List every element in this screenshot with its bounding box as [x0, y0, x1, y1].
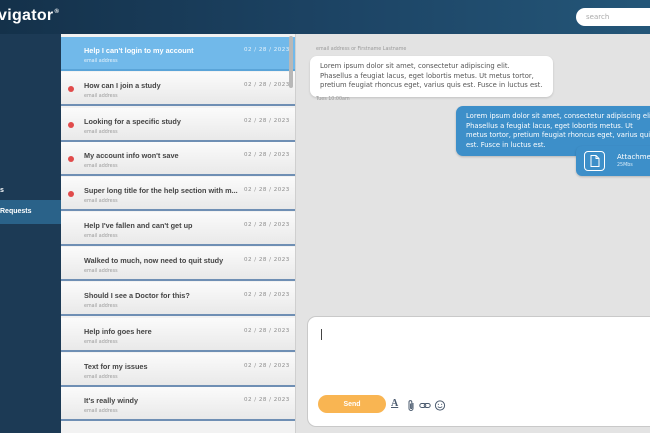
sidebar-item-partial[interactable]: s [0, 184, 61, 198]
ticket-row[interactable]: Text for my issues 02 / 28 / 2023 email ad… [61, 353, 295, 387]
ticket-title: Help I can't login to my account [84, 46, 194, 55]
ticket-title: Help I've fallen and can't get up [84, 221, 193, 230]
emoji-icon[interactable] [434, 397, 446, 411]
ticket-date: 02 / 28 / 2023 [244, 82, 290, 88]
ticket-email: email address [84, 59, 118, 64]
logo-text: vigator [0, 7, 54, 24]
text-format-icon[interactable]: A [391, 397, 403, 411]
ticket-row[interactable]: My account info won't save 02 / 28 / 2023… [61, 142, 295, 176]
ticket-email: email address [84, 94, 118, 99]
sidebar-item-requests[interactable]: Requests [0, 200, 61, 224]
logo-registered-mark: ® [54, 9, 60, 15]
paperclip-icon[interactable] [406, 397, 418, 411]
unread-dot [68, 156, 74, 162]
ticket-row[interactable]: It's really windy 02 / 28 / 2023 email add… [61, 387, 295, 421]
ticket-email: email address [84, 234, 118, 239]
sidebar: s Requests [0, 34, 61, 433]
unread-dot [68, 191, 74, 197]
sidebar-item-label: Requests [0, 208, 32, 215]
ticket-email: email address [84, 130, 118, 135]
sender-label: email address or Firstname Lastname [316, 47, 407, 52]
attachment-name: Attachment [617, 153, 650, 161]
ticket-list: Help I can't login to my account 02 / 28 … [61, 34, 296, 433]
ticket-email: email address [84, 375, 118, 380]
ticket-date: 02 / 28 / 2023 [244, 292, 290, 298]
incoming-message: Lorem ipsum dolor sit amet, consectetur … [310, 56, 553, 97]
send-button[interactable]: Send [318, 395, 386, 413]
attachment-card[interactable]: Attachment 25Mbs [576, 146, 650, 176]
ticket-email: email address [84, 340, 118, 345]
ticket-date: 02 / 28 / 2023 [244, 257, 290, 263]
ticket-date: 02 / 28 / 2023 [244, 363, 290, 369]
search-input[interactable] [576, 8, 650, 26]
ticket-row[interactable]: Help I can't login to my account 02 / 28 … [61, 37, 295, 71]
ticket-row[interactable]: Should I see a Doctor for this? 02 / 28 /… [61, 282, 295, 316]
unread-dot [68, 122, 74, 128]
ticket-row[interactable]: Looking for a specific study 02 / 28 / 20… [61, 108, 295, 142]
ticket-email: email address [84, 199, 118, 204]
ticket-title: Looking for a specific study [84, 117, 181, 126]
ticket-date: 02 / 28 / 2023 [244, 118, 290, 124]
ticket-email: email address [84, 304, 118, 309]
document-icon [584, 151, 605, 171]
ticket-email: email address [84, 269, 118, 274]
ticket-email: email address [84, 409, 118, 414]
ticket-email: email address [84, 164, 118, 169]
attachment-size: 25Mbs [617, 163, 633, 168]
ticket-title: Should I see a Doctor for this? [84, 291, 190, 300]
list-scrollbar[interactable] [289, 36, 293, 88]
ticket-title: Text for my issues [84, 362, 148, 371]
text-caret [321, 329, 322, 340]
ticket-date: 02 / 28 / 2023 [244, 47, 290, 53]
top-bar: vigator® [0, 0, 650, 34]
ticket-title: My account info won't save [84, 151, 179, 160]
message-timestamp: Tues 10:00am [316, 97, 350, 102]
message-composer: Send A [307, 316, 650, 427]
ticket-title: It's really windy [84, 396, 139, 405]
link-icon[interactable] [419, 397, 431, 411]
ticket-date: 02 / 28 / 2023 [244, 187, 290, 193]
ticket-title: Walked to much, now need to quit study [84, 256, 224, 265]
ticket-row[interactable]: Help I've fallen and can't get up 02 / 28… [61, 212, 295, 246]
ticket-date: 02 / 28 / 2023 [244, 152, 290, 158]
ticket-row[interactable]: How can I join a study 02 / 28 / 2023 emai… [61, 72, 295, 106]
ticket-title: Super long title for the help section wi… [84, 186, 238, 195]
ticket-date: 02 / 28 / 2023 [244, 397, 290, 403]
app-logo[interactable]: vigator® [0, 7, 60, 25]
ticket-title: How can I join a study [84, 81, 161, 90]
message-input[interactable] [318, 325, 648, 389]
ticket-row[interactable]: Help info goes here 02 / 28 / 2023 email a… [61, 318, 295, 352]
ticket-row[interactable]: Super long title for the help section wi… [61, 177, 295, 211]
ticket-date: 02 / 28 / 2023 [244, 328, 290, 334]
ticket-title: Help info goes here [84, 327, 152, 336]
chat-panel: email address or Firstname Lastname Lore… [296, 34, 650, 433]
unread-dot [68, 86, 74, 92]
sidebar-item-label: s [0, 187, 4, 194]
ticket-date: 02 / 28 / 2023 [244, 222, 290, 228]
ticket-row[interactable]: Walked to much, now need to quit study 02… [61, 247, 295, 281]
